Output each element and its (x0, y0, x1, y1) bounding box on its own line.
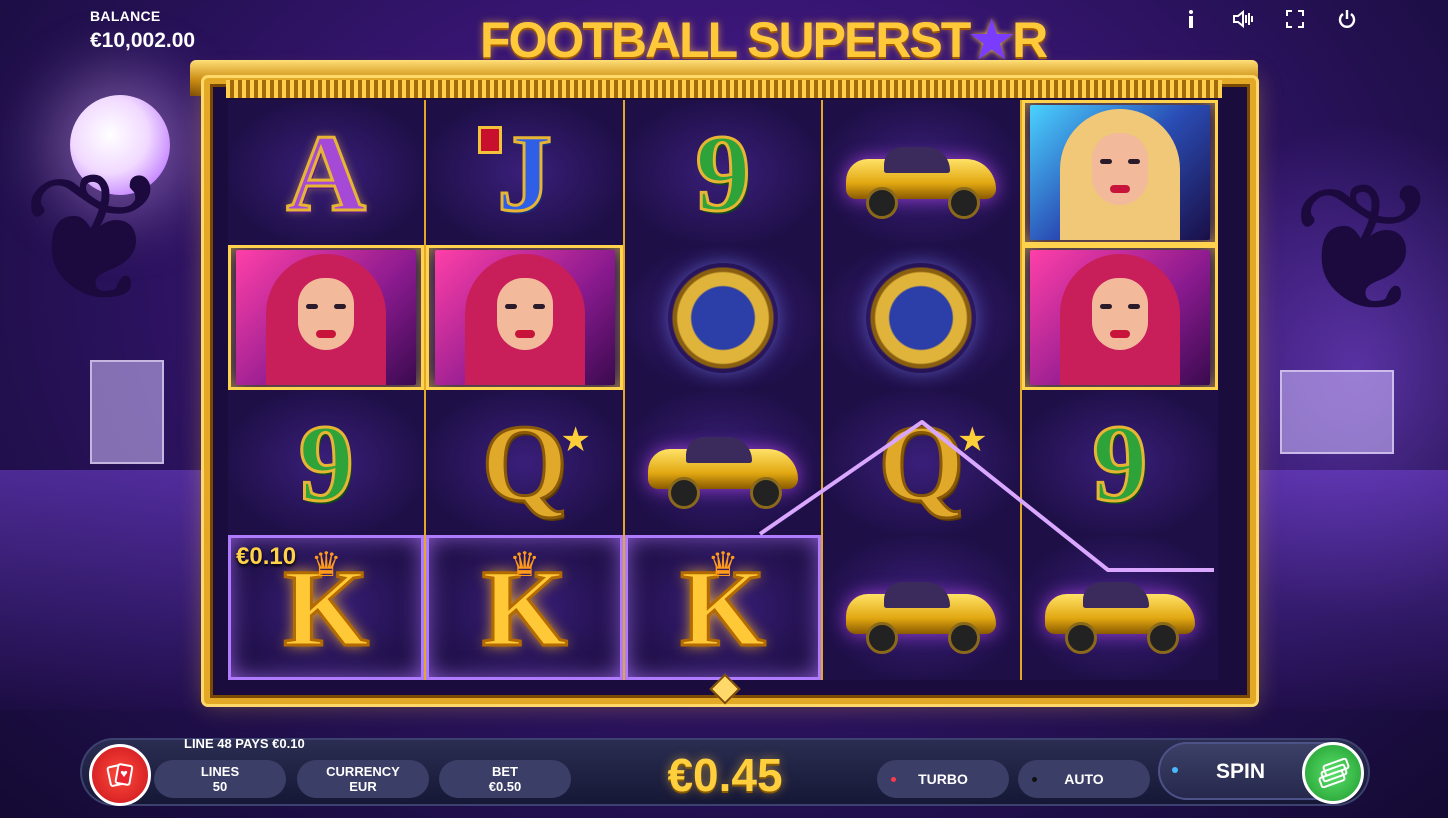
cash-stack-icon (1318, 758, 1350, 788)
reel-cell (823, 100, 1020, 245)
redhead-woman-symbol (1029, 250, 1210, 385)
balance-label: BALANCE (90, 8, 161, 24)
reel-cell: J (426, 100, 623, 245)
power-icon[interactable] (1334, 6, 1360, 32)
blonde-woman-symbol (1029, 105, 1210, 240)
auto-toggle[interactable]: AUTO (1018, 760, 1150, 798)
symbol-9: 9 (694, 111, 752, 234)
spin-label: SPIN (1216, 760, 1266, 783)
star-icon: ★ (957, 421, 988, 459)
reel-3: 9 K ♛ (624, 100, 822, 680)
sports-car-symbol (1044, 576, 1195, 654)
reel-cell: A (228, 100, 425, 245)
villa-left (90, 360, 164, 464)
turbo-label: TURBO (918, 771, 968, 787)
paytable-cards-button[interactable] (89, 744, 151, 806)
crown-icon: ♛ (707, 546, 739, 584)
gold-watch-symbol (854, 262, 989, 373)
bet-selector[interactable]: BET €0.50 (439, 760, 571, 798)
symbol-q: Q (877, 401, 966, 524)
reel-cell (823, 535, 1020, 680)
bet-value: €0.50 (488, 779, 522, 794)
redhead-woman-symbol (434, 250, 615, 385)
reel-cell (426, 245, 623, 390)
currency-selector[interactable]: CURRENCY EUR (297, 760, 429, 798)
reel-2: J Q ★ K ♛ (426, 100, 623, 680)
symbol-j: J (496, 111, 554, 234)
sound-icon[interactable] (1230, 6, 1256, 32)
currency-value: EUR (349, 779, 377, 794)
reel-cell: K ♛ (426, 535, 623, 680)
cards-icon (106, 763, 134, 787)
currency-label: CURRENCY (326, 764, 400, 779)
reel-cell: K ♛ (624, 535, 822, 680)
reel-cell: 9 (624, 100, 822, 245)
lines-value: 50 (212, 779, 228, 794)
spin-cash-button[interactable] (1302, 742, 1364, 804)
sports-car-symbol (846, 576, 997, 654)
reel-cell: 9 (228, 390, 425, 535)
lines-label: LINES (200, 764, 240, 779)
lines-selector[interactable]: LINES 50 (154, 760, 286, 798)
reel-cell: Q ★ (426, 390, 623, 535)
crown-icon: ♛ (509, 546, 540, 584)
shield-badge-icon (478, 126, 503, 154)
info-icon[interactable] (1178, 6, 1204, 32)
sports-car-symbol (648, 431, 799, 509)
turbo-toggle[interactable]: TURBO (877, 760, 1009, 798)
symbol-9: 9 (297, 401, 355, 524)
reel-cell (823, 245, 1020, 390)
fullscreen-icon[interactable] (1282, 6, 1308, 32)
line-win-message: LINE 48 PAYS €0.10 (184, 736, 305, 751)
reel-5: 9 (1021, 100, 1219, 680)
bet-label: BET (492, 764, 518, 779)
reel-cell: Q ★ (823, 390, 1020, 535)
palm-tree-left: ❦ (20, 139, 171, 340)
reel-cell: 9 (1021, 390, 1219, 535)
line-win-amount: €0.10 (236, 543, 297, 570)
palm-tree-right: ❦ (1290, 149, 1441, 350)
reel-1: A 9 K ♛ €0.10 (228, 100, 425, 680)
redhead-woman-symbol (236, 250, 417, 385)
top-toolbar (1178, 6, 1360, 32)
crown-icon: ♛ (310, 546, 342, 584)
reel-frame-trim (226, 80, 1222, 98)
total-bet-display: €0.45 (667, 749, 783, 801)
reel-cell (1021, 100, 1219, 245)
balance-value: €10,002.00 (90, 29, 196, 52)
reel-cell (1021, 535, 1219, 680)
symbol-a: A (285, 111, 367, 234)
symbol-q: Q (480, 401, 569, 524)
reel-cell: K ♛ €0.10 (228, 535, 425, 680)
auto-indicator (1032, 777, 1037, 782)
gold-watch-symbol (656, 262, 791, 373)
reel-cell (624, 390, 822, 535)
auto-label: AUTO (1064, 771, 1104, 787)
reel-cell (1021, 245, 1219, 390)
turbo-indicator (891, 777, 896, 782)
symbol-9: 9 (1091, 401, 1149, 524)
reel-cell (624, 245, 822, 390)
villa-right (1280, 370, 1394, 454)
spin-indicator (1172, 767, 1178, 773)
moon (70, 95, 170, 195)
reel-cell (228, 245, 425, 390)
reels-grid: A 9 K ♛ €0.10 J Q ★ K ♛ 9 K ♛ Q ★ 9 (228, 100, 1219, 680)
star-icon: ★ (560, 421, 591, 459)
reel-4: Q ★ (823, 100, 1020, 680)
sports-car-symbol (846, 141, 997, 219)
